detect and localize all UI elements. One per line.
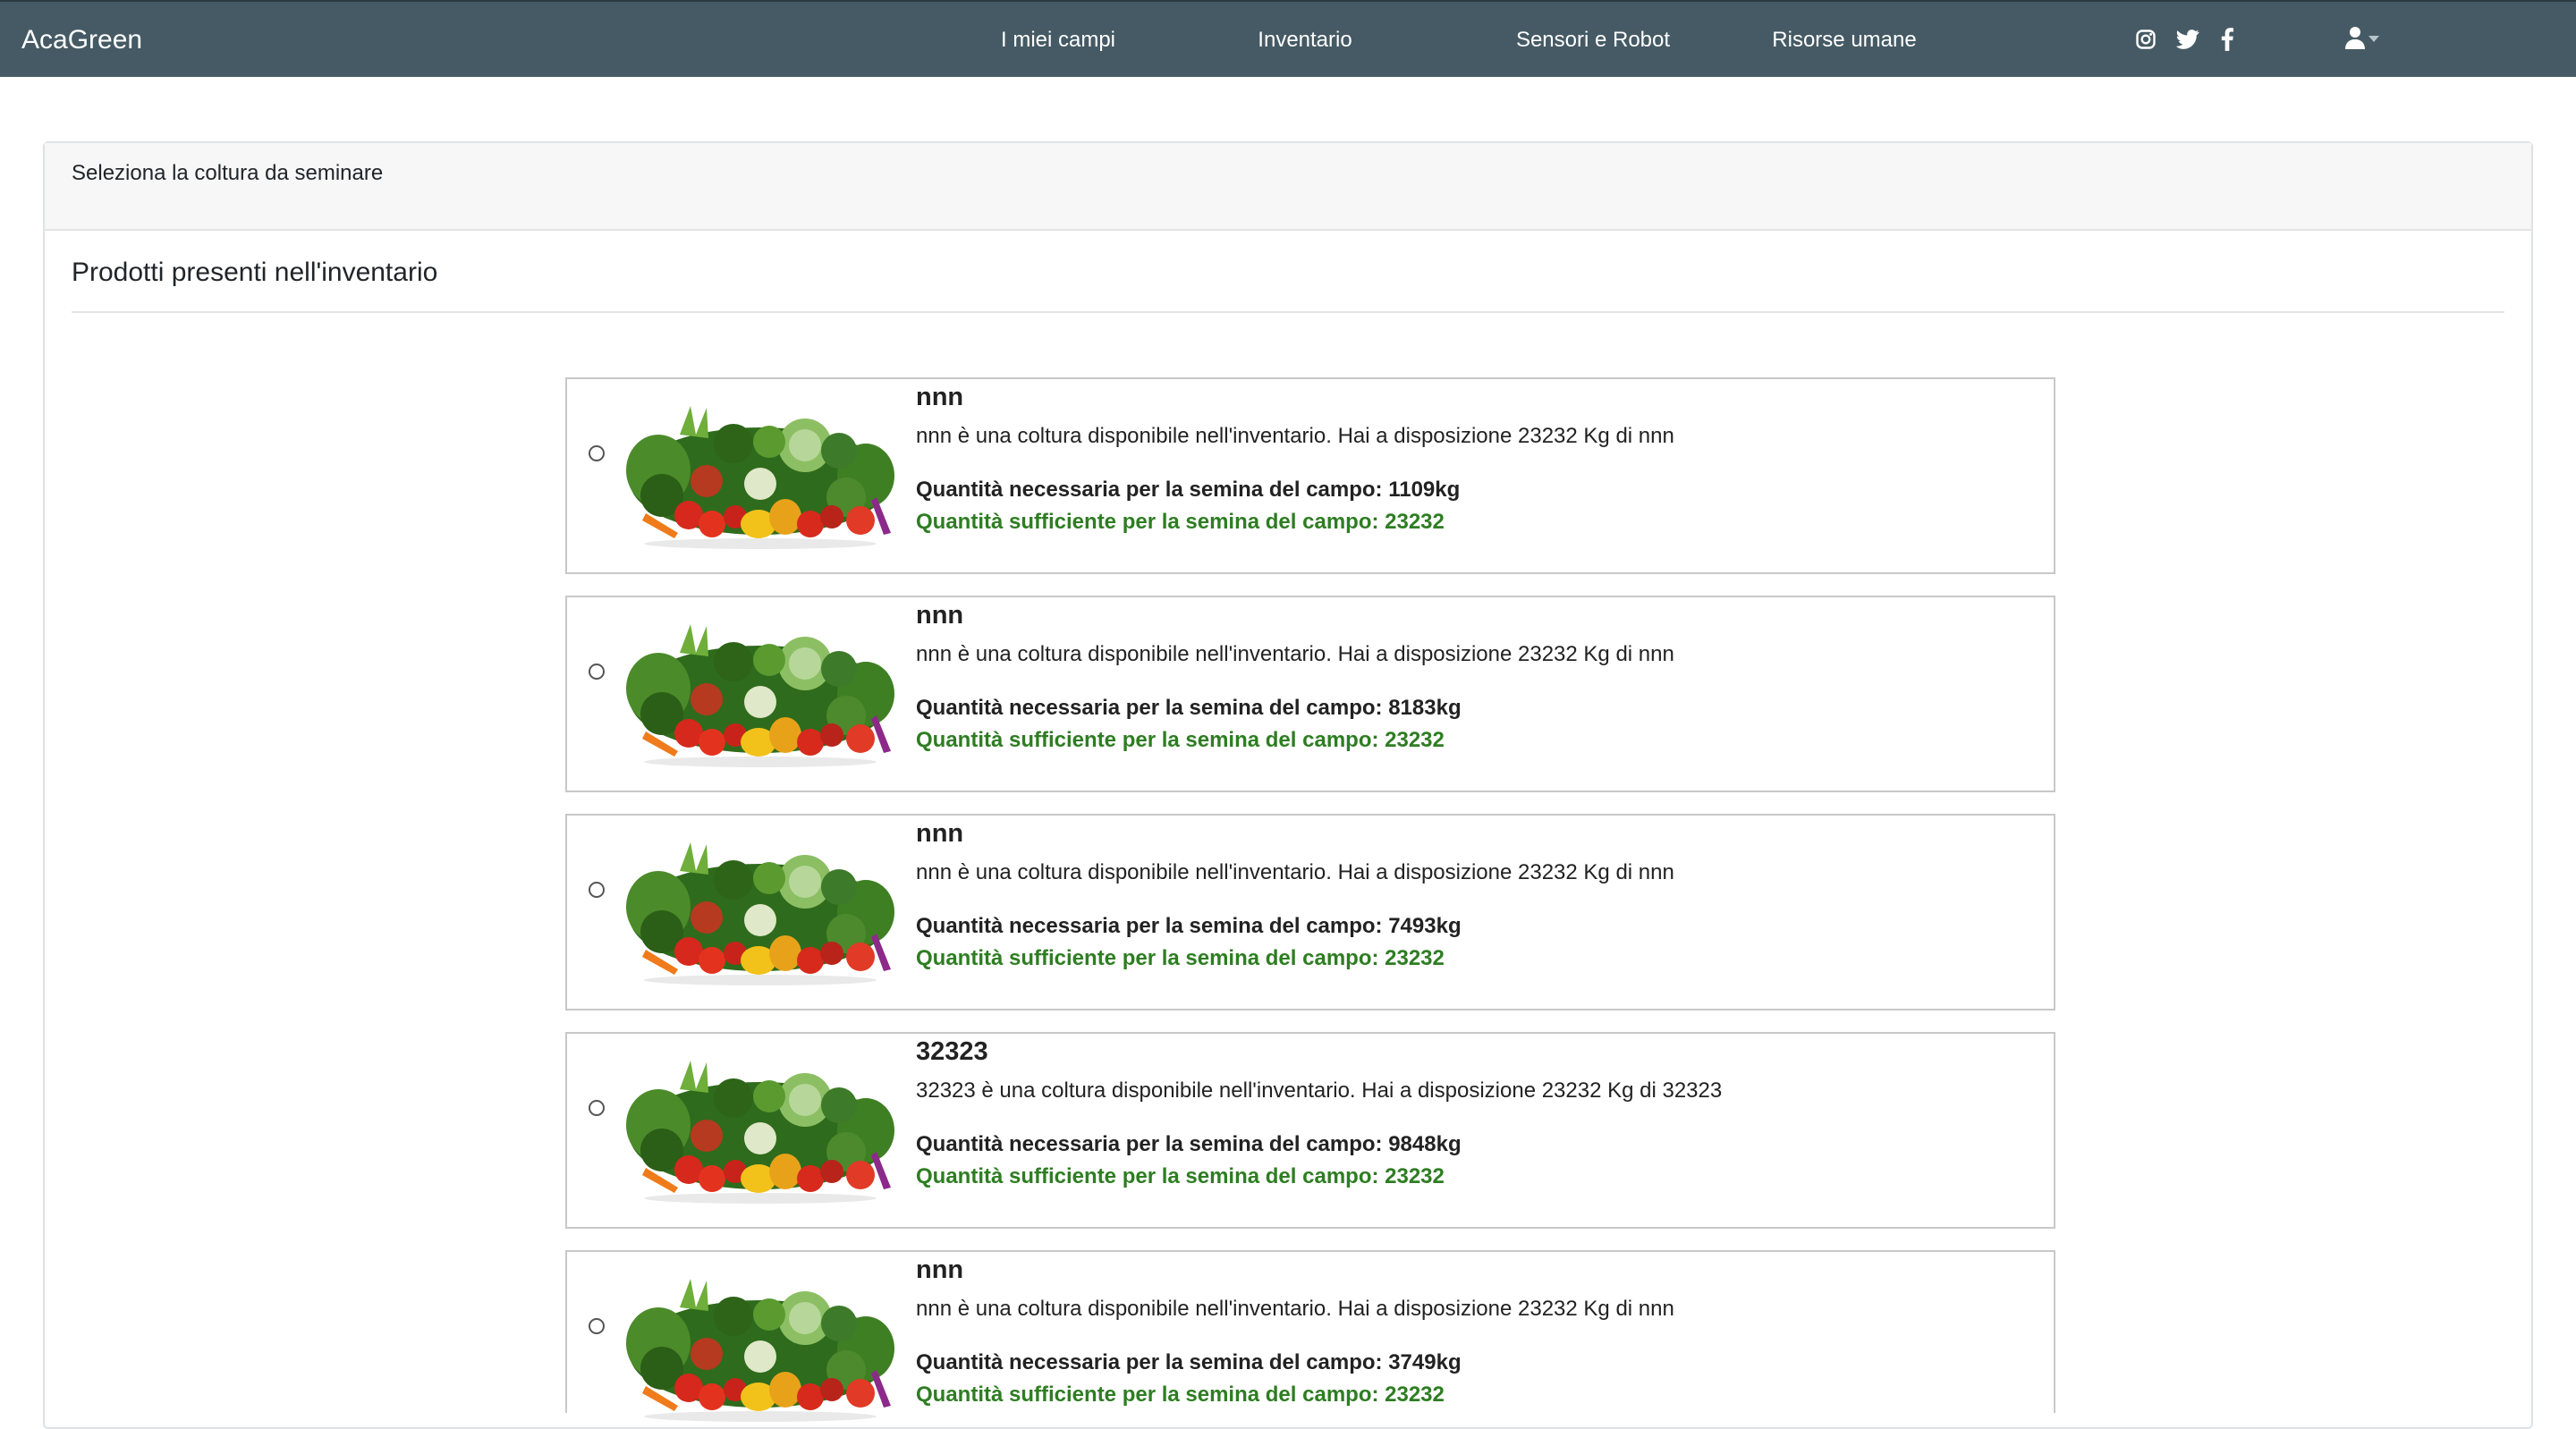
- brand-logo[interactable]: AcaGreen: [21, 2, 142, 79]
- product-sufficient-quantity: Quantità sufficiente per la semina del c…: [916, 1164, 1445, 1188]
- product-description: nnn è una coltura disponibile nell'inven…: [916, 860, 1674, 884]
- vegetables-image: [626, 1272, 894, 1424]
- vegetables-image: [626, 835, 894, 987]
- user-menu[interactable]: [2345, 25, 2379, 54]
- top-navbar: AcaGreen I miei campi Inventario Sensori…: [0, 0, 2576, 77]
- product-item[interactable]: nnn nnn è una coltura disponibile nell'i…: [565, 596, 2055, 792]
- product-name: nnn: [916, 819, 964, 848]
- product-sufficient-quantity: Quantità sufficiente per la semina del c…: [916, 1382, 1445, 1407]
- product-radio[interactable]: [589, 882, 605, 898]
- product-item[interactable]: 32323 32323 è una coltura disponibile ne…: [565, 1032, 2055, 1229]
- product-radio[interactable]: [589, 1100, 605, 1116]
- product-sufficient-quantity: Quantità sufficiente per la semina del c…: [916, 946, 1445, 970]
- section-title: Prodotti presenti nell'inventario: [72, 258, 438, 287]
- chevron-down-icon: [2368, 31, 2379, 47]
- nav-link-miei-campi[interactable]: I miei campi: [1001, 2, 1115, 79]
- product-description: nnn è una coltura disponibile nell'inven…: [916, 424, 1674, 448]
- product-radio[interactable]: [589, 445, 605, 461]
- product-name: nnn: [916, 601, 964, 630]
- nav-link-risorse-umane[interactable]: Risorse umane: [1772, 2, 1916, 79]
- product-sufficient-quantity: Quantità sufficiente per la semina del c…: [916, 728, 1445, 752]
- product-item[interactable]: nnn nnn è una coltura disponibile nell'i…: [565, 814, 2055, 1010]
- nav-link-sensori-robot[interactable]: Sensori e Robot: [1516, 2, 1670, 79]
- twitter-icon[interactable]: [2175, 27, 2200, 52]
- product-radio[interactable]: [589, 664, 605, 680]
- product-item[interactable]: nnn nnn è una coltura disponibile nell'i…: [565, 377, 2055, 574]
- instagram-icon[interactable]: [2133, 27, 2158, 52]
- product-description: 32323 è una coltura disponibile nell'inv…: [916, 1078, 1723, 1103]
- vegetables-image: [626, 1053, 894, 1205]
- product-name: nnn: [916, 383, 964, 411]
- user-icon: [2345, 26, 2365, 54]
- product-description: nnn è una coltura disponibile nell'inven…: [916, 642, 1674, 666]
- vegetables-image: [626, 617, 894, 769]
- product-item[interactable]: nnn nnn è una coltura disponibile nell'i…: [565, 1250, 2055, 1413]
- product-needed-quantity: Quantità necessaria per la semina del ca…: [916, 696, 1462, 720]
- product-needed-quantity: Quantità necessaria per la semina del ca…: [916, 1350, 1462, 1374]
- product-radio[interactable]: [589, 1318, 605, 1334]
- product-description: nnn è una coltura disponibile nell'inven…: [916, 1297, 1674, 1321]
- product-needed-quantity: Quantità necessaria per la semina del ca…: [916, 914, 1462, 938]
- card-header: Seleziona la coltura da seminare: [45, 143, 2531, 231]
- product-needed-quantity: Quantità necessaria per la semina del ca…: [916, 1132, 1462, 1156]
- section-divider: [72, 311, 2504, 313]
- product-name: 32323: [916, 1037, 988, 1066]
- vegetables-image: [626, 399, 894, 551]
- product-sufficient-quantity: Quantità sufficiente per la semina del c…: [916, 510, 1445, 534]
- product-name: nnn: [916, 1256, 964, 1284]
- nav-link-inventario[interactable]: Inventario: [1258, 2, 1352, 79]
- product-needed-quantity: Quantità necessaria per la semina del ca…: [916, 478, 1461, 502]
- facebook-icon[interactable]: [2215, 27, 2240, 52]
